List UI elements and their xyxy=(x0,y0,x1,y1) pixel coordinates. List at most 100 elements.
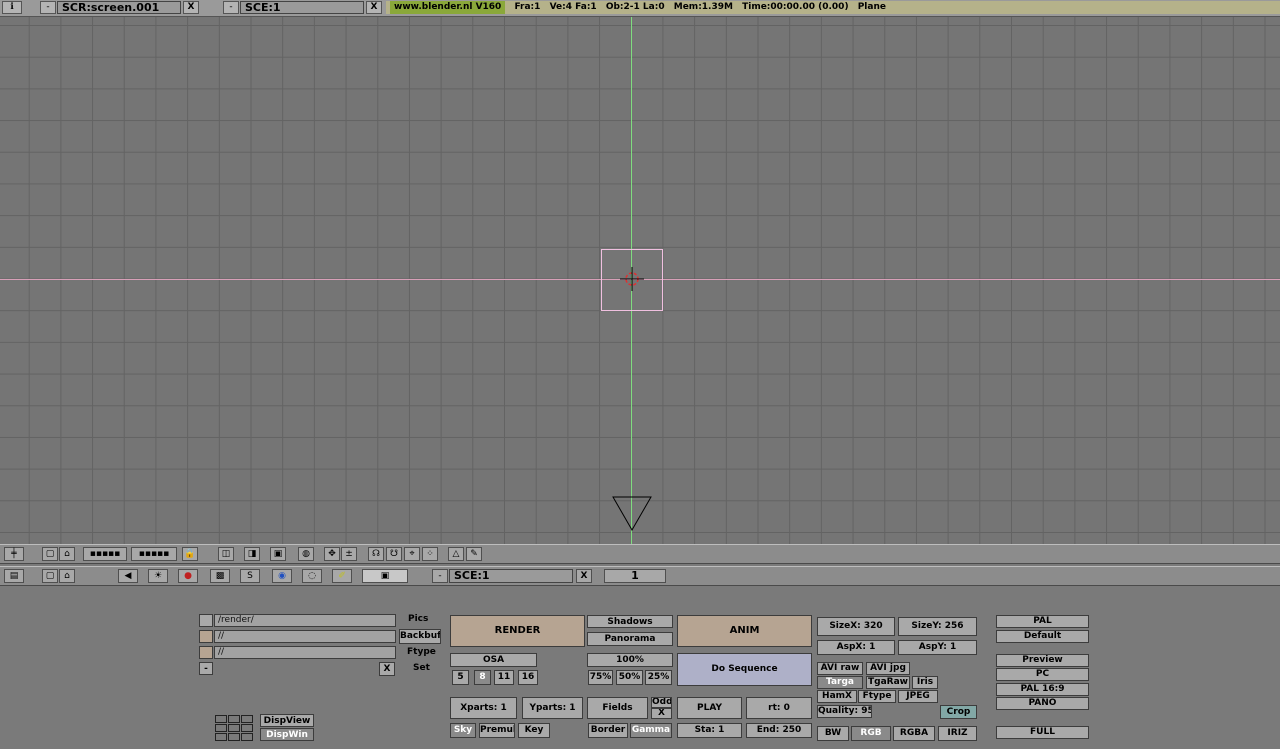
rgba-button[interactable]: RGBA xyxy=(893,726,935,741)
ftype-path-field[interactable]: // xyxy=(214,646,396,659)
render-buttons-icon[interactable]: ▣ xyxy=(362,569,408,583)
lock-icon[interactable]: 🔒 xyxy=(182,547,198,561)
zoom-icon[interactable]: ± xyxy=(341,547,357,561)
set-scene-menu[interactable]: - xyxy=(199,662,213,675)
screen-name-field[interactable]: SCR:screen.001 xyxy=(57,1,181,14)
orbit-icon[interactable]: ☋ xyxy=(386,547,402,561)
buttons-home-icon[interactable]: ⌂ xyxy=(59,569,75,583)
size-100-button[interactable]: 100% xyxy=(587,653,673,667)
texture-buttons-icon[interactable]: ▩ xyxy=(210,569,230,583)
scene-name-field[interactable]: SCE:1 xyxy=(240,1,364,14)
iriz-button[interactable]: IRIZ xyxy=(938,726,977,741)
border-toggle[interactable]: Border xyxy=(588,723,628,738)
backbuf-browse-button[interactable] xyxy=(199,630,213,643)
size-25-button[interactable]: 25% xyxy=(645,670,672,685)
dispwin-button[interactable]: DispWin xyxy=(260,728,314,741)
lamp-buttons-icon[interactable]: ☀ xyxy=(148,569,168,583)
targa-button[interactable]: Targa xyxy=(817,676,863,689)
avi-jpg-button[interactable]: AVI jpg xyxy=(866,662,910,675)
osa-11-button[interactable]: 11 xyxy=(494,670,514,685)
buttons-full-window-icon[interactable]: ▢ xyxy=(42,569,58,583)
grab-icon[interactable]: ✥ xyxy=(324,547,340,561)
script-buttons-icon[interactable]: ✐ xyxy=(332,569,352,583)
render-button[interactable]: RENDER xyxy=(450,615,585,647)
pc-preset-button[interactable]: PC xyxy=(996,668,1089,681)
buttons-window-type-icon[interactable]: ▤ xyxy=(4,569,24,583)
home-icon[interactable]: ⌂ xyxy=(59,547,75,561)
full-window-icon[interactable]: ▢ xyxy=(42,547,58,561)
panorama-toggle[interactable]: Panorama xyxy=(587,632,673,646)
fields-toggle[interactable]: Fields xyxy=(587,697,648,719)
quality-field[interactable]: Quality: 95 xyxy=(817,705,872,718)
jpeg-button[interactable]: JPEG xyxy=(898,690,938,703)
buttons-scene-field[interactable]: SCE:1 xyxy=(449,569,573,583)
start-frame-field[interactable]: Sta: 1 xyxy=(677,723,742,738)
layer-buttons-group-1[interactable]: ▪▪▪▪▪ xyxy=(83,547,127,561)
hamx-button[interactable]: HamX xyxy=(817,690,857,703)
edit-buttons-icon[interactable]: ◌ xyxy=(302,569,322,583)
backbuf-toggle[interactable]: Backbuf xyxy=(399,629,441,644)
rt-field[interactable]: rt: 0 xyxy=(746,697,812,719)
camera-icon[interactable] xyxy=(610,495,654,535)
size-75-button[interactable]: 75% xyxy=(588,670,613,685)
rotate-icon[interactable]: ☊ xyxy=(368,547,384,561)
draw-type-icon[interactable]: ◨ xyxy=(244,547,260,561)
default-preset-button[interactable]: Default xyxy=(996,630,1089,643)
animation-buttons-icon[interactable]: S xyxy=(240,569,260,583)
end-frame-field[interactable]: End: 250 xyxy=(746,723,812,738)
world-buttons-icon[interactable]: ◉ xyxy=(272,569,292,583)
do-sequence-toggle[interactable]: Do Sequence xyxy=(677,653,812,686)
premul-button[interactable]: Premul xyxy=(479,723,515,738)
pics-browse-button[interactable] xyxy=(199,614,213,627)
view-persp-icon[interactable]: ◫ xyxy=(218,547,234,561)
triangle-icon[interactable]: △ xyxy=(448,547,464,561)
scene-delete-button[interactable]: X xyxy=(366,1,382,14)
fields-x-toggle[interactable]: X xyxy=(651,708,672,719)
ftype-browse-button[interactable] xyxy=(199,646,213,659)
scene-menu-button[interactable]: - xyxy=(223,1,239,14)
anim-button[interactable]: ANIM xyxy=(677,615,812,647)
ftype-format-button[interactable]: Ftype xyxy=(858,690,896,703)
size-50-button[interactable]: 50% xyxy=(616,670,643,685)
pivot-icon[interactable]: ⌖ xyxy=(404,547,420,561)
backbuf-path-field[interactable]: // xyxy=(214,630,396,643)
current-frame-field[interactable]: 1 xyxy=(604,569,666,583)
key-button[interactable]: Key xyxy=(518,723,550,738)
preview-preset-button[interactable]: Preview xyxy=(996,654,1089,667)
sky-button[interactable]: Sky xyxy=(450,723,476,738)
rgb-button[interactable]: RGB xyxy=(851,726,891,741)
3d-viewport[interactable] xyxy=(0,17,1280,544)
view-mode-icon[interactable]: ▣ xyxy=(270,547,286,561)
pano-preset-button[interactable]: PANO xyxy=(996,697,1089,710)
osa-toggle[interactable]: OSA xyxy=(450,653,537,667)
sizey-field[interactable]: SizeY: 256 xyxy=(898,617,977,636)
pics-path-field[interactable]: /render/ xyxy=(214,614,396,627)
screen-delete-button[interactable]: X xyxy=(183,1,199,14)
gamma-toggle[interactable]: Gamma xyxy=(630,723,672,738)
yparts-field[interactable]: Yparts: 1 xyxy=(522,697,583,719)
pal169-preset-button[interactable]: PAL 16:9 xyxy=(996,683,1089,696)
aspy-field[interactable]: AspY: 1 xyxy=(898,640,977,655)
crop-toggle[interactable]: Crop xyxy=(940,705,977,719)
play-button[interactable]: PLAY xyxy=(677,697,742,719)
paint-icon[interactable]: ✎ xyxy=(466,547,482,561)
xparts-field[interactable]: Xparts: 1 xyxy=(450,697,517,719)
osa-8-button[interactable]: 8 xyxy=(474,670,491,685)
full-preset-button[interactable]: FULL xyxy=(996,726,1089,739)
material-buttons-icon[interactable]: ● xyxy=(178,569,198,583)
aspx-field[interactable]: AspX: 1 xyxy=(817,640,895,655)
window-type-icon[interactable]: ╪ xyxy=(4,547,24,561)
osa-5-button[interactable]: 5 xyxy=(452,670,469,685)
tgaraw-button[interactable]: TgaRaw xyxy=(866,676,910,689)
sizex-field[interactable]: SizeX: 320 xyxy=(817,617,895,636)
osa-16-button[interactable]: 16 xyxy=(518,670,538,685)
info-icon[interactable]: ℹ xyxy=(2,1,22,14)
buttons-scene-menu[interactable]: - xyxy=(432,569,448,583)
pal-preset-button[interactable]: PAL xyxy=(996,615,1089,628)
snap-icon[interactable]: ⁘ xyxy=(422,547,438,561)
local-view-icon[interactable]: ◍ xyxy=(298,547,314,561)
set-scene-clear[interactable]: X xyxy=(379,662,395,676)
iris-button[interactable]: Iris xyxy=(912,676,938,689)
odd-toggle[interactable]: Odd xyxy=(651,697,672,708)
shadows-toggle[interactable]: Shadows xyxy=(587,615,673,628)
